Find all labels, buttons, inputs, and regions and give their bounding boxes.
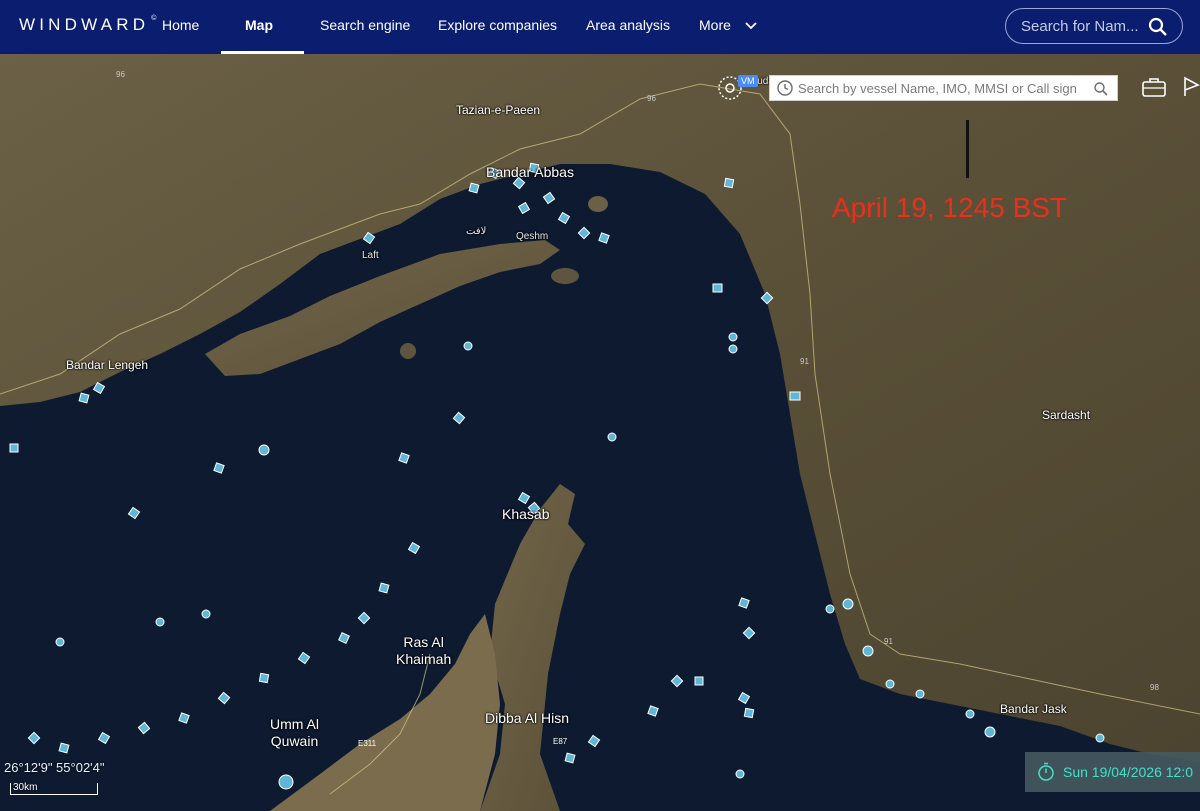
nav-home[interactable]: Home: [162, 0, 199, 54]
place-laft: Laft: [362, 250, 379, 261]
global-search-input[interactable]: [1021, 17, 1149, 35]
chevron-down-icon: [745, 22, 757, 30]
search-icon[interactable]: [1093, 81, 1109, 97]
map-scale: 30km: [10, 782, 98, 795]
search-icon[interactable]: [1148, 17, 1168, 37]
logo-text: WINDWARD: [19, 15, 150, 34]
timeline-control[interactable]: Sun 19/04/2026 12:0: [1025, 752, 1200, 792]
global-search[interactable]: [1005, 8, 1183, 44]
map-canvas[interactable]: 96 96 91 91 98 E311 E87 Rudan Tazian-e-P…: [0, 54, 1200, 811]
place-tazian: Tazian-e-Paeen: [456, 103, 541, 117]
place-bandar-lengeh: Bandar Lengeh: [66, 358, 149, 372]
clock-icon[interactable]: [776, 79, 794, 97]
map-basemap: 96 96 91 91 98 E311 E87: [0, 54, 1200, 811]
place-qeshm: Qeshm: [516, 231, 549, 242]
road-e87-label: E87: [553, 737, 568, 746]
road-98-label: 98: [1150, 683, 1159, 692]
larak-island: [551, 268, 579, 284]
briefcase-icon[interactable]: [1141, 76, 1167, 98]
place-dibba: Dibba Al Hisn: [485, 710, 570, 726]
vessel-search-bar[interactable]: [769, 75, 1118, 101]
flag-icon[interactable]: [1182, 76, 1200, 98]
vessel-search-input[interactable]: [798, 80, 1088, 96]
hormuz-island: [588, 196, 608, 212]
road-96a-label: 96: [116, 70, 125, 79]
road-91b-label: 91: [884, 637, 893, 646]
cursor-coordinates: 26°12'9" 55°02'4": [4, 760, 105, 775]
road-e311-label: E311: [358, 739, 377, 748]
nav-explore-companies[interactable]: Explore companies: [438, 0, 557, 54]
place-sardasht: Sardasht: [1042, 408, 1091, 422]
scale-label: 30km: [13, 782, 38, 793]
place-bandar-jask: Bandar Jask: [1000, 702, 1067, 716]
road-91a-label: 91: [800, 357, 809, 366]
place-bandar-abbas: Bandar Abbas: [486, 164, 574, 180]
road-96b-label: 96: [647, 94, 656, 103]
place-khasab: Khasab: [502, 506, 550, 522]
annotation-line: [966, 120, 969, 178]
vm-badge[interactable]: VM: [738, 75, 758, 87]
active-tab-indicator: [221, 51, 304, 54]
annotation-date: April 19, 1245 BST: [832, 192, 1068, 223]
place-ras-al-khaimah: Ras Al Khaimah: [396, 634, 452, 667]
top-navigation-bar: WINDWARD © Home Map Search engine Explore…: [0, 0, 1200, 54]
stopwatch-icon: [1038, 762, 1054, 781]
nav-search-engine[interactable]: Search engine: [320, 0, 410, 54]
nav-more-label: More: [699, 17, 731, 33]
nav-area-analysis[interactable]: Area analysis: [586, 0, 670, 54]
nav-map[interactable]: Map: [245, 0, 273, 54]
place-laft-script: لافت: [466, 226, 487, 237]
logo-mark: ©: [151, 15, 157, 22]
nav-more[interactable]: More: [699, 0, 757, 54]
windward-logo[interactable]: WINDWARD ©: [19, 15, 156, 35]
timeline-timestamp: Sun 19/04/2026 12:0: [1063, 764, 1194, 780]
hengam-island: [400, 343, 416, 359]
place-umm-al-quwain: Umm Al Quwain: [270, 716, 319, 749]
